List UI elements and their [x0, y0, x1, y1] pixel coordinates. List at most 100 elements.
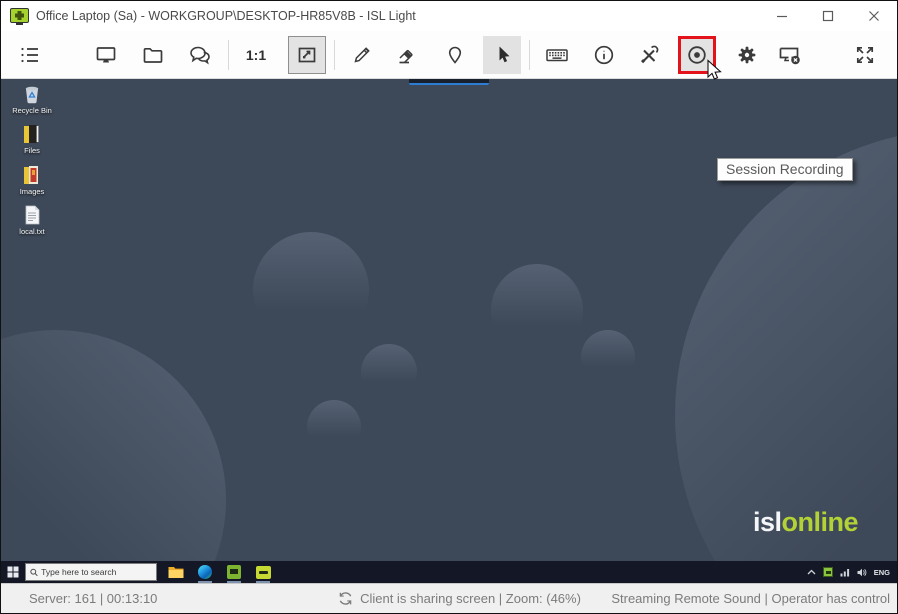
desktop-icon-local-txt[interactable]: local.txt: [5, 203, 59, 236]
start-button[interactable]: [1, 561, 25, 583]
wallpaper-sphere: [491, 264, 583, 356]
toolbar-separator: [228, 40, 229, 70]
isl-app-icon: [10, 8, 29, 25]
images-folder-icon: [20, 163, 44, 187]
isl-light-icon: [227, 565, 241, 579]
eraser-button[interactable]: [387, 36, 425, 74]
toolbar-separator: [529, 40, 530, 70]
keyboard-icon: [544, 43, 570, 67]
window-controls: [759, 1, 897, 31]
tray-chevron-up-icon[interactable]: [807, 569, 816, 575]
info-button[interactable]: [585, 36, 623, 74]
wallpaper-sphere: [1, 330, 226, 583]
minimize-icon: [776, 10, 788, 22]
isl-alwayson-icon: [256, 566, 271, 579]
one-to-one-label: 1:1: [246, 47, 266, 63]
window-title: Office Laptop (Sa) - WORKGROUP\DESKTOP-H…: [36, 9, 416, 23]
chat-button[interactable]: [182, 36, 220, 74]
remote-taskbar: ENG: [1, 561, 897, 583]
monitor-button[interactable]: [87, 36, 125, 74]
status-sharing: Client is sharing screen | Zoom: (46%): [338, 591, 581, 606]
files-folder-icon: [20, 122, 44, 146]
isl-light-window: Office Laptop (Sa) - WORKGROUP\DESKTOP-H…: [0, 0, 898, 614]
speaker-icon[interactable]: [857, 568, 867, 577]
remote-desktop-view[interactable]: Recycle Bin Files: [1, 79, 897, 583]
end-session-icon: [777, 43, 803, 67]
cursor-arrow-icon: [490, 43, 514, 67]
edge-browser-icon: [198, 565, 212, 579]
file-explorer-button[interactable]: [168, 563, 184, 581]
remote-session-tab[interactable]: [409, 79, 489, 85]
wallpaper-sphere: [581, 330, 635, 384]
maximize-button[interactable]: [805, 1, 851, 31]
file-transfer-button[interactable]: [134, 36, 172, 74]
fit-to-screen-icon: [295, 43, 319, 67]
islonline-logo-online: online: [782, 507, 859, 537]
isl-tray-icon[interactable]: [823, 567, 833, 577]
fullscreen-button[interactable]: [846, 36, 884, 74]
admin-tools-icon: [637, 43, 661, 67]
toolbar: 1:1: [1, 31, 897, 79]
toolbar-separator: [334, 40, 335, 70]
session-list-button[interactable]: [11, 36, 49, 74]
info-icon: [592, 43, 616, 67]
network-icon[interactable]: [840, 568, 850, 577]
tray-language-indicator[interactable]: ENG: [874, 568, 890, 577]
keyboard-button[interactable]: [538, 36, 576, 74]
title-bar: Office Laptop (Sa) - WORKGROUP\DESKTOP-H…: [1, 1, 897, 31]
desktop-icon-label: Recycle Bin: [12, 107, 52, 115]
close-icon: [868, 10, 880, 22]
mouse-cursor: [706, 59, 723, 83]
isl-alwayson-taskbar-button[interactable]: [255, 563, 271, 581]
desktop-icon-recycle-bin[interactable]: Recycle Bin: [5, 82, 59, 115]
desktop-icon-files[interactable]: Files: [5, 122, 59, 155]
session-recording-tooltip: Session Recording: [717, 158, 853, 181]
laser-pin-icon: [443, 43, 467, 67]
fullscreen-icon: [853, 43, 877, 67]
recycle-bin-icon: [20, 82, 44, 106]
search-icon: [30, 568, 38, 577]
status-server-session: Server: 161 | 00:13:10: [1, 591, 338, 606]
minimize-button[interactable]: [759, 1, 805, 31]
desktop-icon-label: Files: [24, 147, 40, 155]
admin-tools-button[interactable]: [630, 36, 668, 74]
taskbar-pinned-icons: [168, 563, 271, 581]
status-bar: Server: 161 | 00:13:10 Client is sharing…: [1, 583, 897, 613]
file-explorer-icon: [168, 566, 184, 579]
desktop-icon-images[interactable]: Images: [5, 163, 59, 196]
eraser-icon: [394, 43, 418, 67]
one-to-one-button[interactable]: 1:1: [237, 36, 275, 74]
cursor-mode-button[interactable]: [483, 36, 521, 74]
wallpaper-sphere: [307, 400, 361, 454]
draw-pencil-button[interactable]: [343, 36, 381, 74]
laser-pin-button[interactable]: [436, 36, 474, 74]
desktop-icons: Recycle Bin Files: [5, 82, 59, 236]
edge-browser-button[interactable]: [197, 563, 213, 581]
status-sound-control: Streaming Remote Sound | Operator has co…: [581, 591, 897, 606]
desktop-icon-label: local.txt: [19, 228, 44, 236]
refresh-icon: [338, 591, 353, 606]
isl-light-taskbar-button[interactable]: [226, 563, 242, 581]
search-input[interactable]: [41, 567, 152, 577]
chat-icon: [188, 43, 214, 67]
islonline-logo: islonline: [753, 507, 858, 538]
maximize-icon: [822, 10, 834, 22]
system-tray: ENG: [807, 567, 897, 577]
desktop-icon-label: Images: [20, 188, 45, 196]
status-sharing-text: Client is sharing screen | Zoom: (46%): [360, 591, 581, 606]
session-list-icon: [18, 43, 42, 67]
islonline-logo-isl: isl: [753, 507, 782, 537]
settings-button[interactable]: [728, 36, 766, 74]
wallpaper-sphere: [361, 344, 417, 400]
close-button[interactable]: [851, 1, 897, 31]
file-transfer-icon: [141, 43, 165, 67]
text-file-icon: [20, 203, 44, 227]
settings-gear-icon: [735, 43, 759, 67]
taskbar-search[interactable]: [25, 563, 157, 581]
draw-pencil-icon: [350, 43, 374, 67]
wallpaper-sphere: [253, 232, 369, 348]
windows-logo-icon: [7, 566, 19, 578]
monitor-icon: [94, 43, 118, 67]
end-session-button[interactable]: [771, 36, 809, 74]
fit-to-screen-button[interactable]: [288, 36, 326, 74]
